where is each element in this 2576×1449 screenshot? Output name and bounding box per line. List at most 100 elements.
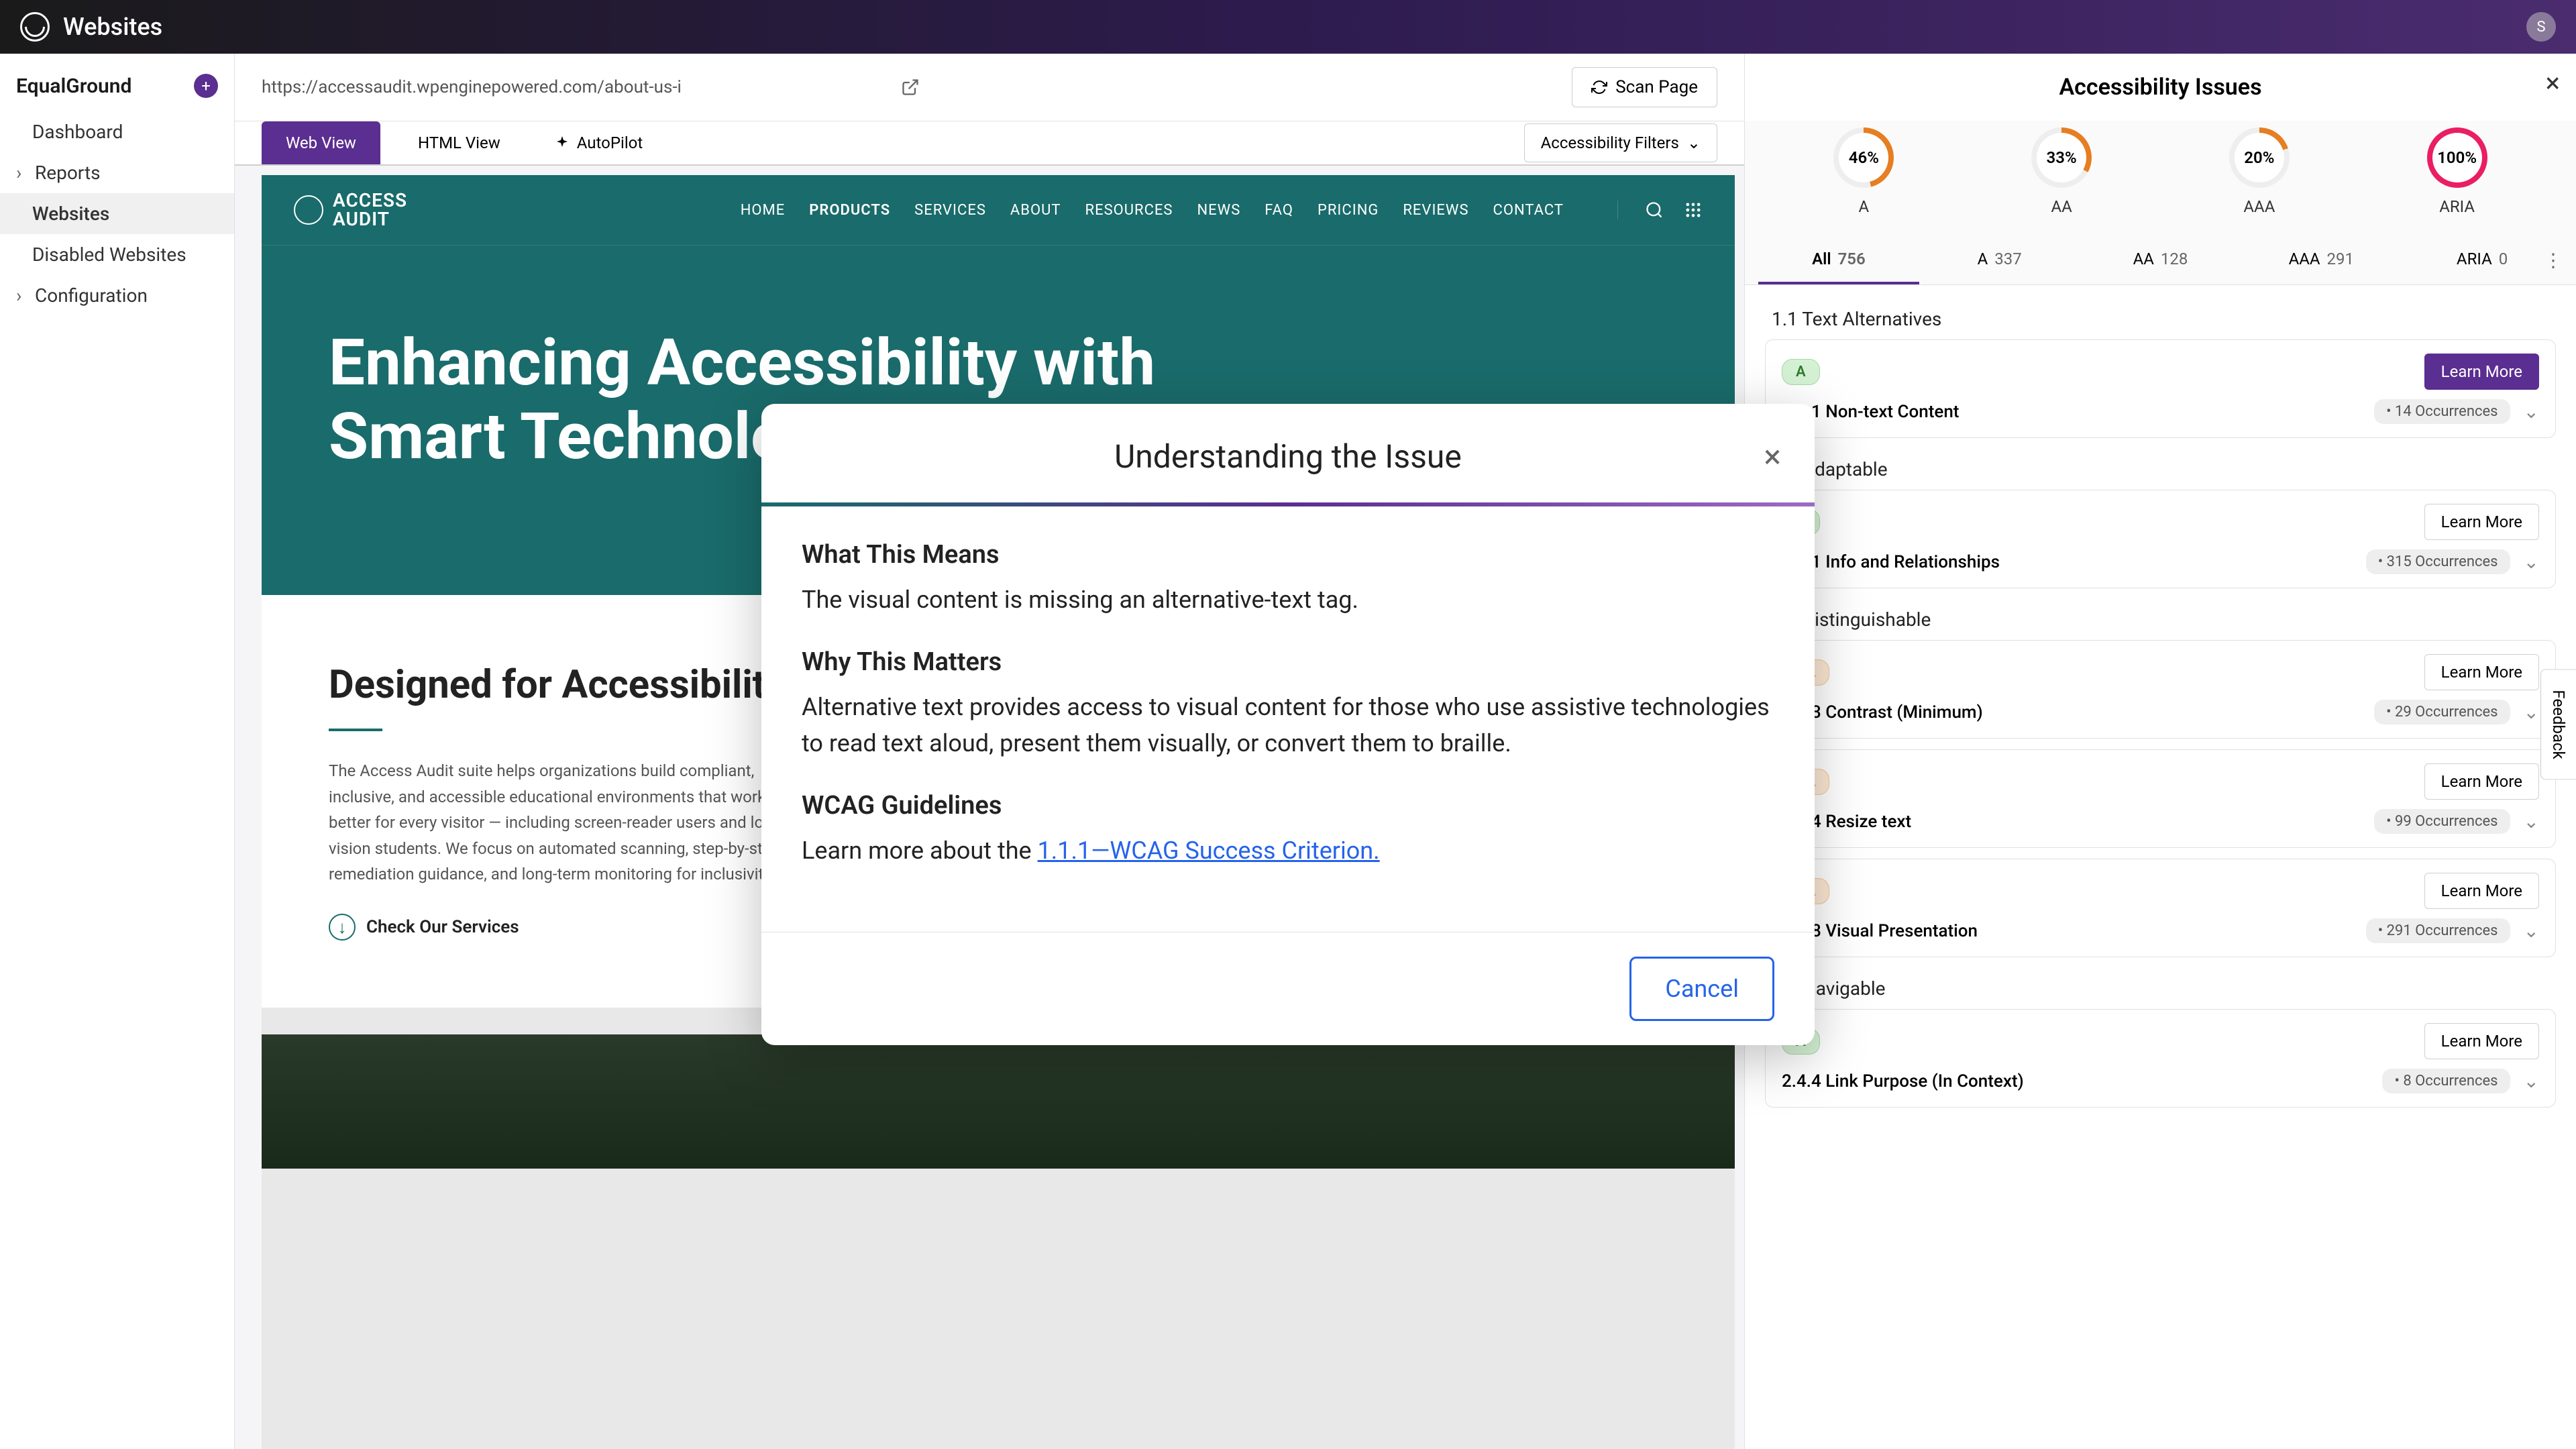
site-menu-services[interactable]: SERVICES: [914, 202, 986, 219]
modal-section-text: Learn more about the 1.1.1—WCAG Success …: [802, 833, 1774, 869]
issue-group-header: 1.4 Distinguishable: [1765, 599, 2556, 640]
app-logo-icon: [20, 12, 50, 42]
sidebar-item-configuration[interactable]: ›Configuration: [0, 275, 234, 316]
score-ring: 33%: [2031, 127, 2092, 188]
chevron-down-icon[interactable]: ⌄: [2524, 920, 2539, 942]
sidebar-item-websites[interactable]: Websites: [0, 193, 234, 234]
footer-image: [262, 1034, 1735, 1169]
site-menu-home[interactable]: HOME: [741, 202, 786, 219]
site-menu: HOME PRODUCTS SERVICES ABOUT RESOURCES N…: [741, 202, 1564, 219]
accessibility-filters-button[interactable]: Accessibility Filters ⌄: [1524, 123, 1717, 162]
close-panel-button[interactable]: ×: [2546, 67, 2560, 99]
modal-section-guidelines: WCAG Guidelines Learn more about the 1.1…: [802, 791, 1774, 869]
tab-aa[interactable]: AA128: [2080, 236, 2241, 284]
modal-body: What This Means The visual content is mi…: [761, 506, 1815, 932]
html-view-tab[interactable]: HTML View: [394, 121, 525, 164]
issue-card: AALearn More1.4.3 Contrast (Minimum)29 O…: [1765, 640, 2556, 739]
issue-name: 1.1.1 Non-text Content: [1782, 402, 2361, 422]
issue-card: AALearn More1.4.4 Resize text99 Occurren…: [1765, 749, 2556, 848]
issues-panel: × Accessibility Issues 46%A 33%AA 20%AAA…: [1744, 54, 2576, 1449]
score-label: AAA: [2229, 197, 2290, 216]
score-label: AA: [2031, 197, 2092, 216]
issue-group-header: 1.3 Adaptable: [1765, 449, 2556, 490]
cancel-button[interactable]: Cancel: [1629, 957, 1774, 1021]
score-aaa: 20% AAA: [2229, 127, 2290, 216]
site-menu-faq[interactable]: FAQ: [1265, 202, 1293, 219]
sidebar-item-label: Websites: [32, 203, 109, 225]
learn-more-button[interactable]: Learn More: [2424, 1023, 2539, 1059]
learn-more-button[interactable]: Learn More: [2424, 354, 2539, 390]
scan-page-button[interactable]: Scan Page: [1572, 67, 1717, 107]
learn-more-button[interactable]: Learn More: [2424, 873, 2539, 909]
grid-menu-icon[interactable]: [1684, 201, 1703, 219]
issue-name: 1.3.1 Info and Relationships: [1782, 552, 2353, 572]
site-menu-reviews[interactable]: REVIEWS: [1403, 202, 1468, 219]
score-ring: 20%: [2229, 127, 2290, 188]
score-row: 46% A 33% AA 20% AAA 100%ARIA: [1745, 121, 2576, 236]
site-logo-text: ACCESSAUDIT: [333, 191, 407, 229]
sidebar: EqualGround + Dashboard ›Reports Website…: [0, 54, 235, 1449]
site-logo[interactable]: ACCESSAUDIT: [294, 191, 407, 229]
avatar[interactable]: S: [2526, 12, 2556, 42]
feedback-tab[interactable]: Feedback: [2540, 669, 2576, 780]
modal-footer: Cancel: [761, 932, 1815, 1045]
issue-count: 99 Occurrences: [2374, 809, 2510, 834]
topbar-left: Websites: [20, 12, 162, 42]
tab-aaa[interactable]: AAA291: [2241, 236, 2402, 284]
modal-header: Understanding the Issue ×: [761, 404, 1815, 502]
score-ring: 46%: [1833, 127, 1894, 188]
site-menu-about[interactable]: ABOUT: [1010, 202, 1061, 219]
search-icon[interactable]: [1645, 201, 1664, 219]
score-aa: 33% AA: [2031, 127, 2092, 216]
external-link-icon[interactable]: [901, 78, 920, 97]
autopilot-button[interactable]: AutoPilot: [538, 121, 659, 164]
page-title: Websites: [63, 13, 162, 41]
chevron-down-icon[interactable]: ⌄: [2524, 551, 2539, 573]
tab-aria[interactable]: ARIA0: [2402, 236, 2563, 284]
sidebar-item-label: Dashboard: [32, 121, 123, 143]
chevron-down-icon[interactable]: ⌄: [2524, 1070, 2539, 1092]
site-menu-products[interactable]: PRODUCTS: [809, 202, 890, 219]
issue-card: ALearn More1.1.1 Non-text Content14 Occu…: [1765, 339, 2556, 438]
tabs-more-icon[interactable]: ⋮: [2544, 250, 2563, 272]
sidebar-item-dashboard[interactable]: Dashboard: [0, 111, 234, 152]
issues-list[interactable]: 1.1 Text AlternativesALearn More1.1.1 No…: [1745, 285, 2576, 1449]
level-badge: A: [1782, 359, 1820, 385]
sidebar-header: EqualGround +: [0, 67, 234, 111]
modal-section-text: The visual content is missing an alterna…: [802, 582, 1774, 618]
tab-all[interactable]: All756: [1758, 236, 1919, 284]
score-aria: 100%ARIA: [2427, 127, 2487, 216]
web-view-tab[interactable]: Web View: [262, 121, 380, 164]
sparkle-icon: [554, 135, 570, 151]
site-menu-resources[interactable]: RESOURCES: [1085, 202, 1173, 219]
chevron-down-icon[interactable]: ⌄: [2524, 810, 2539, 833]
topbar: Websites S: [0, 0, 2576, 54]
issue-card: ALearn More1.3.1 Info and Relationships3…: [1765, 490, 2556, 588]
score-label: A: [1833, 197, 1894, 216]
chevron-down-icon[interactable]: ⌄: [2524, 400, 2539, 423]
score-a: 46% A: [1833, 127, 1894, 216]
site-nav-icons: [1617, 201, 1703, 219]
learn-more-button[interactable]: Learn More: [2424, 763, 2539, 800]
learn-more-button[interactable]: Learn More: [2424, 504, 2539, 540]
url-text: https://accessaudit.wpenginepowered.com/…: [262, 77, 888, 97]
wcag-criterion-link[interactable]: 1.1.1—WCAG Success Criterion.: [1038, 837, 1380, 865]
autopilot-label: AutoPilot: [577, 133, 643, 152]
learn-more-button[interactable]: Learn More: [2424, 654, 2539, 690]
sidebar-item-label: Configuration: [35, 284, 148, 307]
modal-section-means: What This Means The visual content is mi…: [802, 540, 1774, 618]
sidebar-item-label: Reports: [35, 162, 101, 184]
issue-card: AALearn More1.4.8 Visual Presentation291…: [1765, 859, 2556, 957]
site-menu-contact[interactable]: CONTACT: [1493, 202, 1564, 219]
chevron-down-icon[interactable]: ⌄: [2524, 701, 2539, 723]
score-ring: 100%: [2427, 127, 2487, 188]
tab-a[interactable]: A337: [1919, 236, 2080, 284]
add-workspace-button[interactable]: +: [194, 74, 218, 98]
issues-title: Accessibility Issues: [1745, 54, 2576, 121]
site-menu-pricing[interactable]: PRICING: [1318, 202, 1379, 219]
modal-close-button[interactable]: ×: [1764, 437, 1781, 476]
sidebar-item-disabled-websites[interactable]: Disabled Websites: [0, 234, 234, 275]
issue-count: 8 Occurrences: [2382, 1069, 2510, 1093]
sidebar-item-reports[interactable]: ›Reports: [0, 152, 234, 193]
site-menu-news[interactable]: NEWS: [1197, 202, 1240, 219]
